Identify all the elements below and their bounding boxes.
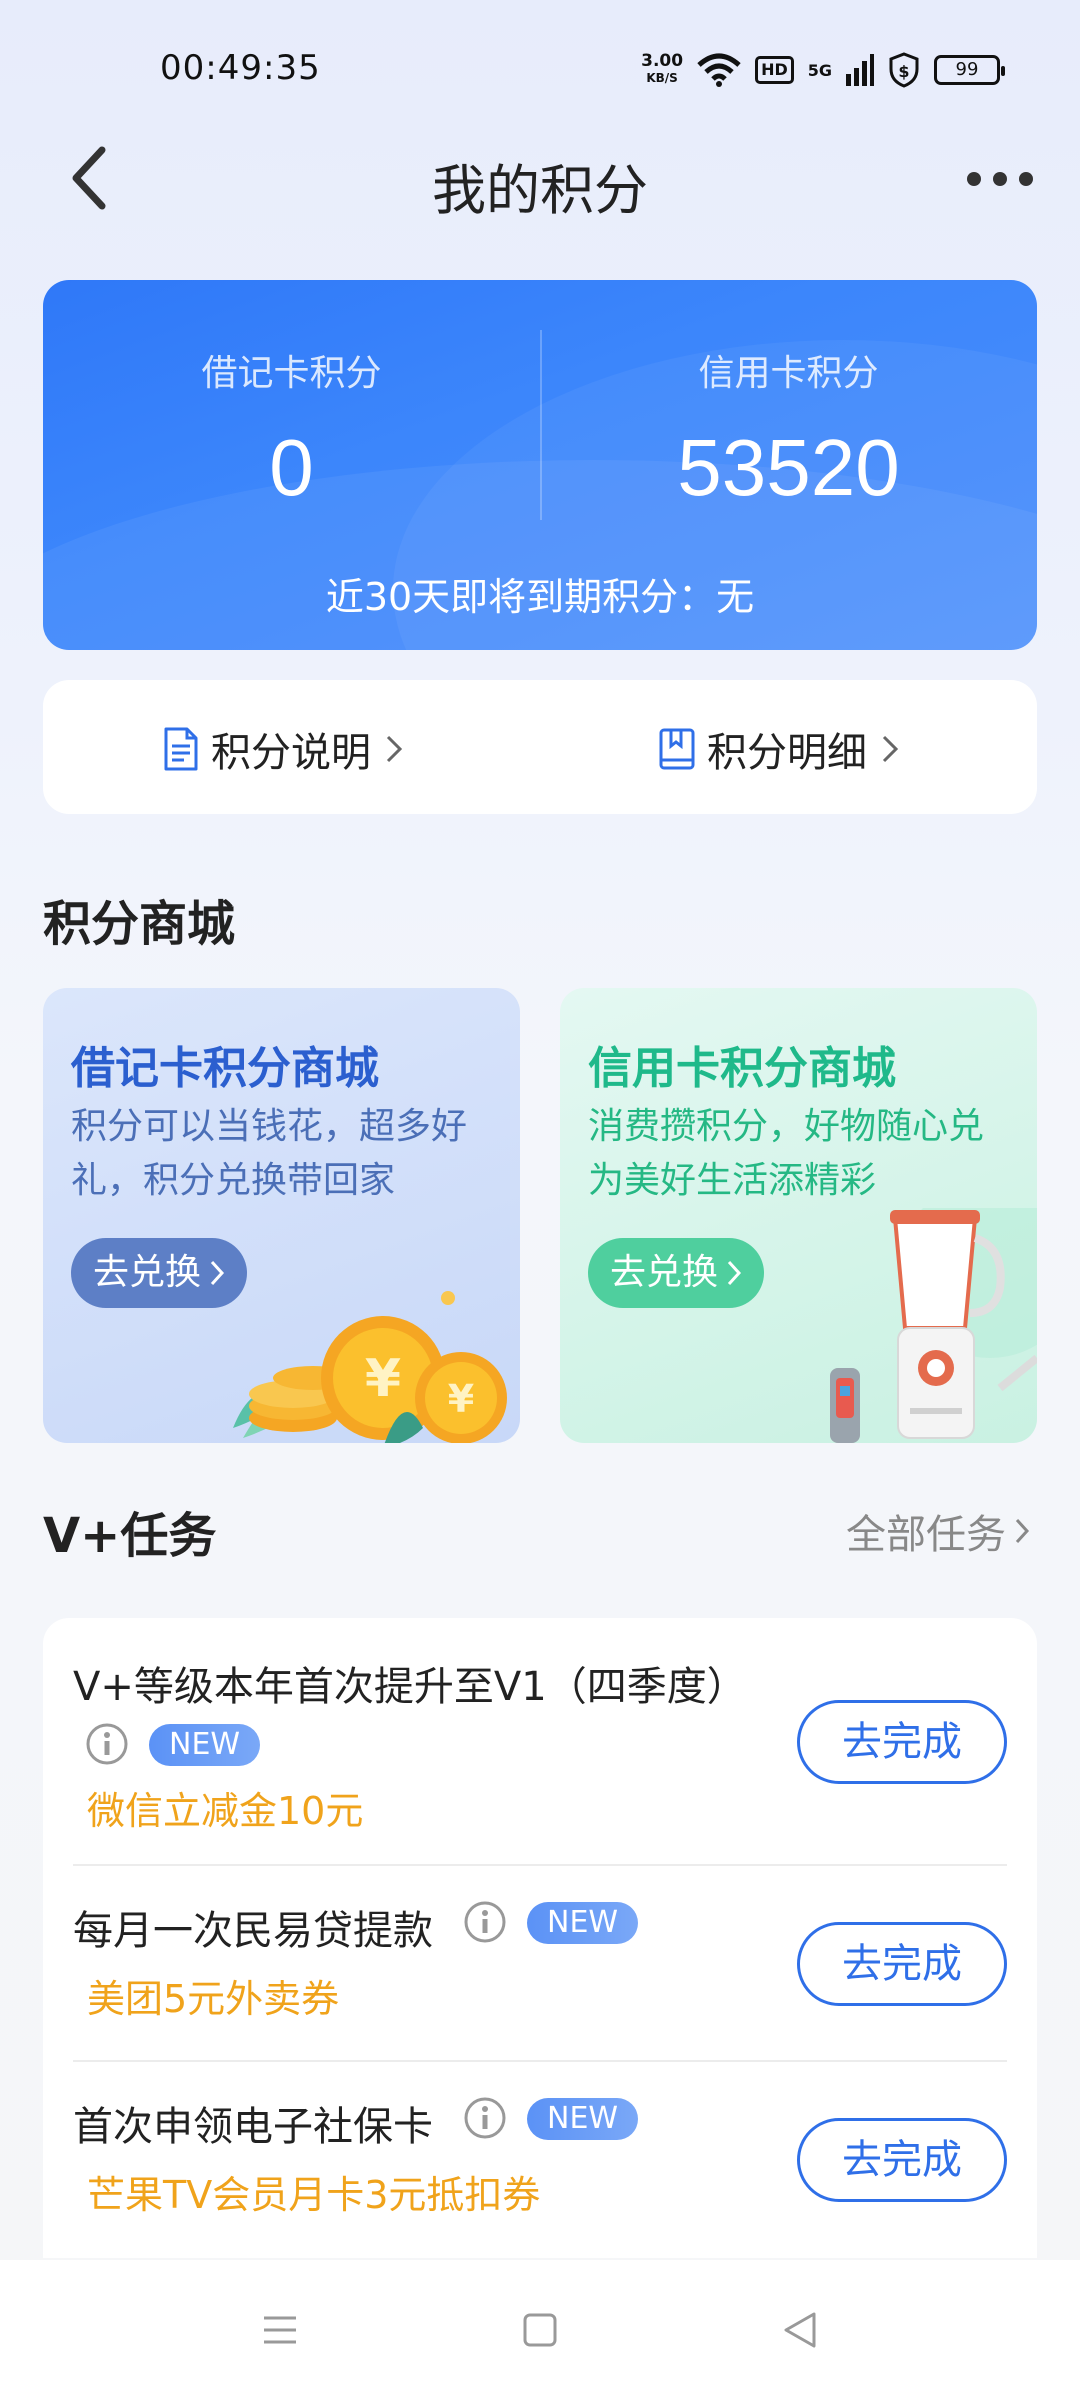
task-reward: 微信立减金10元 bbox=[87, 1789, 364, 1833]
wifi-icon bbox=[697, 53, 741, 87]
network-speed-unit: KB/S bbox=[646, 71, 678, 85]
task-item: 每月一次民易贷提款 NEW 美团5元外卖券 去完成 bbox=[43, 1866, 1037, 2062]
battery-indicator: 99 bbox=[934, 55, 1005, 85]
credit-points[interactable]: 信用卡积分 53520 bbox=[540, 280, 1037, 514]
network-speed: 3.00 KB/S bbox=[641, 53, 683, 87]
chevron-right-icon bbox=[1015, 1518, 1030, 1544]
chevron-right-icon bbox=[386, 735, 403, 763]
debit-points-label: 借记卡积分 bbox=[201, 353, 382, 394]
debit-exchange-label: 去兑换 bbox=[93, 1252, 202, 1293]
debit-mall-title: 借记卡积分商城 bbox=[71, 1043, 379, 1094]
status-icons: 3.00 KB/S HD 5G $ 99 bbox=[641, 52, 1005, 88]
more-button[interactable] bbox=[960, 154, 1040, 204]
credit-exchange-label: 去兑换 bbox=[610, 1252, 719, 1293]
points-explain-label: 积分说明 bbox=[211, 730, 371, 776]
points-explain-link[interactable]: 积分说明 bbox=[161, 720, 403, 778]
debit-exchange-button[interactable]: 去兑换 bbox=[71, 1238, 248, 1308]
task-reward: 美团5元外卖券 bbox=[87, 1977, 340, 2021]
debit-points-value: 0 bbox=[269, 423, 314, 512]
new-badge: NEW bbox=[149, 1724, 261, 1766]
expiring-points-text: 近30天即将到期积分：无 bbox=[325, 575, 755, 619]
status-time: 00:49:35 bbox=[160, 48, 321, 88]
tasks-section-title: V+任务 bbox=[43, 1508, 217, 1564]
chevron-right-icon bbox=[882, 735, 899, 763]
svg-text:$: $ bbox=[898, 62, 909, 81]
complete-task-button[interactable]: 去完成 bbox=[797, 1700, 1007, 1784]
debit-mall-card[interactable]: 借记卡积分商城 积分可以当钱花，超多好礼，积分兑换带回家 去兑换 ¥ ¥ bbox=[43, 988, 520, 1443]
page-title: 我的积分 bbox=[432, 159, 648, 222]
task-item: 首次申领电子社保卡 NEW 芒果TV会员月卡3元抵扣券 去完成 bbox=[43, 2062, 1037, 2258]
points-detail-label: 积分明细 bbox=[707, 730, 867, 776]
svg-text:¥: ¥ bbox=[448, 1377, 474, 1421]
new-badge: NEW bbox=[527, 2098, 639, 2140]
credit-mall-title: 信用卡积分商城 bbox=[588, 1043, 896, 1094]
all-tasks-label: 全部任务 bbox=[846, 1512, 1006, 1558]
more-dots-icon bbox=[967, 172, 1033, 186]
points-links-card: 积分说明 积分明细 bbox=[43, 680, 1037, 814]
info-icon[interactable] bbox=[463, 2096, 507, 2140]
info-icon[interactable] bbox=[85, 1722, 129, 1766]
credit-mall-card[interactable]: 信用卡积分商城 消费攒积分，好物随心兑为美好生活添精彩 去兑换 bbox=[560, 988, 1037, 1443]
network-speed-value: 3.00 bbox=[641, 51, 684, 71]
info-icon[interactable] bbox=[463, 1900, 507, 1944]
task-title: 每月一次民易贷提款 bbox=[73, 1908, 433, 1954]
tasks-list: V+等级本年首次提升至V1（四季度） NEW 微信立减金10元 去完成 每月一次… bbox=[43, 1618, 1037, 2258]
gold-coins-illustration: ¥ ¥ bbox=[233, 1291, 507, 1443]
back-triangle-icon[interactable] bbox=[770, 2300, 830, 2360]
points-detail-link[interactable]: 积分明细 bbox=[657, 720, 899, 778]
header: 我的积分 bbox=[0, 140, 1080, 222]
complete-task-button[interactable]: 去完成 bbox=[797, 2118, 1007, 2202]
document-icon bbox=[164, 727, 198, 771]
credit-points-value: 53520 bbox=[677, 423, 900, 512]
all-tasks-link[interactable]: 全部任务 bbox=[846, 1502, 1030, 1560]
credit-mall-desc: 消费攒积分，好物随心兑为美好生活添精彩 bbox=[588, 1106, 985, 1201]
book-icon bbox=[659, 728, 695, 770]
credit-exchange-button[interactable]: 去兑换 bbox=[588, 1238, 765, 1308]
credit-points-label: 信用卡积分 bbox=[698, 353, 879, 394]
chevron-right-icon bbox=[727, 1260, 742, 1286]
complete-task-button[interactable]: 去完成 bbox=[797, 1922, 1007, 2006]
points-summary-card: 借记卡积分 0 信用卡积分 53520 近30天即将到期积分：无 bbox=[43, 280, 1037, 650]
task-title: 首次申领电子社保卡 bbox=[73, 2104, 433, 2150]
task-item: V+等级本年首次提升至V1（四季度） NEW 微信立减金10元 去完成 bbox=[43, 1618, 1037, 1866]
debit-points[interactable]: 借记卡积分 0 bbox=[43, 280, 540, 514]
debit-mall-desc: 积分可以当钱花，超多好礼，积分兑换带回家 bbox=[71, 1106, 468, 1201]
system-nav-bar bbox=[0, 2260, 1080, 2400]
task-reward: 芒果TV会员月卡3元抵扣券 bbox=[87, 2173, 541, 2217]
task-title: V+等级本年首次提升至V1（四季度） bbox=[73, 1664, 747, 1710]
appliances-illustration bbox=[830, 1208, 1037, 1443]
shield-icon: $ bbox=[889, 52, 919, 88]
mall-section-title: 积分商城 bbox=[43, 896, 236, 952]
menu-icon[interactable] bbox=[250, 2300, 310, 2360]
new-badge: NEW bbox=[527, 1902, 639, 1944]
home-square-icon[interactable] bbox=[510, 2300, 570, 2360]
signal-icon bbox=[846, 54, 874, 86]
network-type: 5G bbox=[807, 60, 832, 80]
hd-badge: HD bbox=[755, 56, 794, 84]
status-bar: 00:49:35 3.00 KB/S HD 5G $ 99 bbox=[0, 0, 1080, 140]
svg-text:¥: ¥ bbox=[365, 1349, 401, 1409]
